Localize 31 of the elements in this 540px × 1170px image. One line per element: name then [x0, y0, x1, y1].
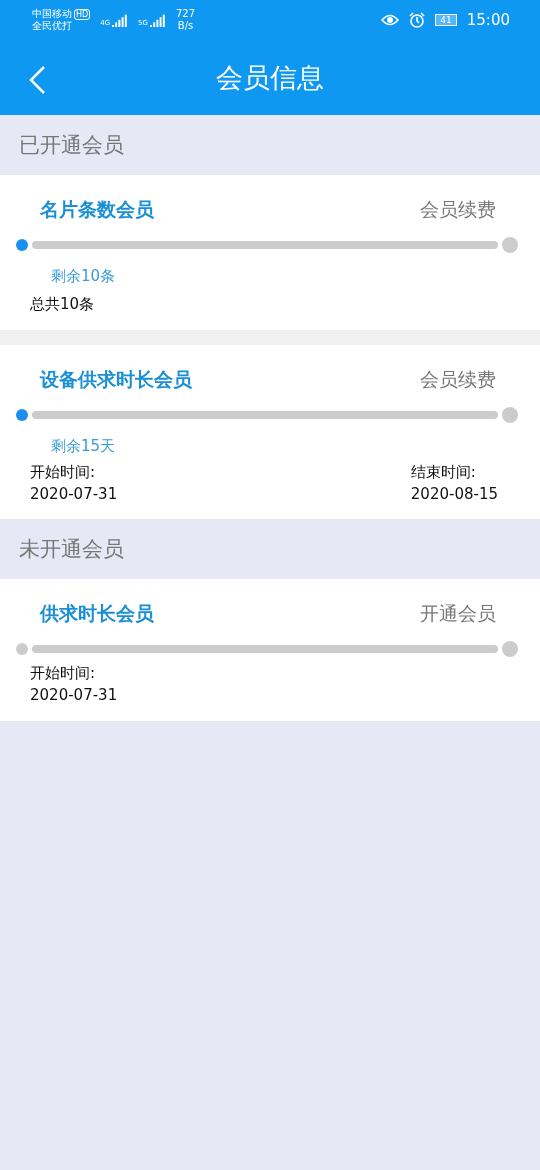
speed-unit: B/s [177, 20, 194, 33]
membership-name: 供求时长会员 [40, 601, 154, 627]
membership-name: 名片条数会员 [40, 197, 154, 222]
battery-level: 41 [435, 14, 457, 26]
membership-name: 设备供求时长会员 [40, 366, 192, 392]
start-label: 开始时间: [30, 663, 97, 685]
remaining-text: 剩余10条 [51, 267, 117, 286]
carrier-name: 全民优打 [32, 20, 73, 33]
carrier-name: 中国移动 [32, 7, 72, 19]
start-label: 开始时间: [30, 461, 97, 483]
renew-button[interactable]: 开通会员 [420, 601, 496, 628]
progress-end-dot [502, 406, 518, 423]
progress-end-dot [502, 237, 518, 253]
alarm-icon [409, 12, 426, 28]
progress-end-dot [502, 641, 518, 658]
eye-icon [381, 14, 400, 26]
start-date: 2020-07-31 [30, 483, 118, 505]
end-label: 结束时间: [410, 461, 477, 483]
remaining-text: 剩余15天 [51, 436, 117, 456]
start-date: 2020-07-31 [30, 685, 118, 706]
signal-icon [112, 13, 129, 27]
total-text: 总共10条 [30, 294, 96, 315]
clock-time: 15:00 [466, 11, 510, 29]
renew-button[interactable]: 会员续费 [420, 197, 496, 223]
back-icon[interactable] [28, 65, 48, 95]
page-title: 会员信息 [216, 60, 324, 95]
signal-icon [149, 13, 166, 27]
renew-button[interactable]: 会员续费 [420, 366, 496, 393]
end-date: 2020-08-15 [410, 483, 498, 505]
hd-badge: HD [74, 8, 91, 20]
speed-value: 727 [175, 7, 196, 20]
